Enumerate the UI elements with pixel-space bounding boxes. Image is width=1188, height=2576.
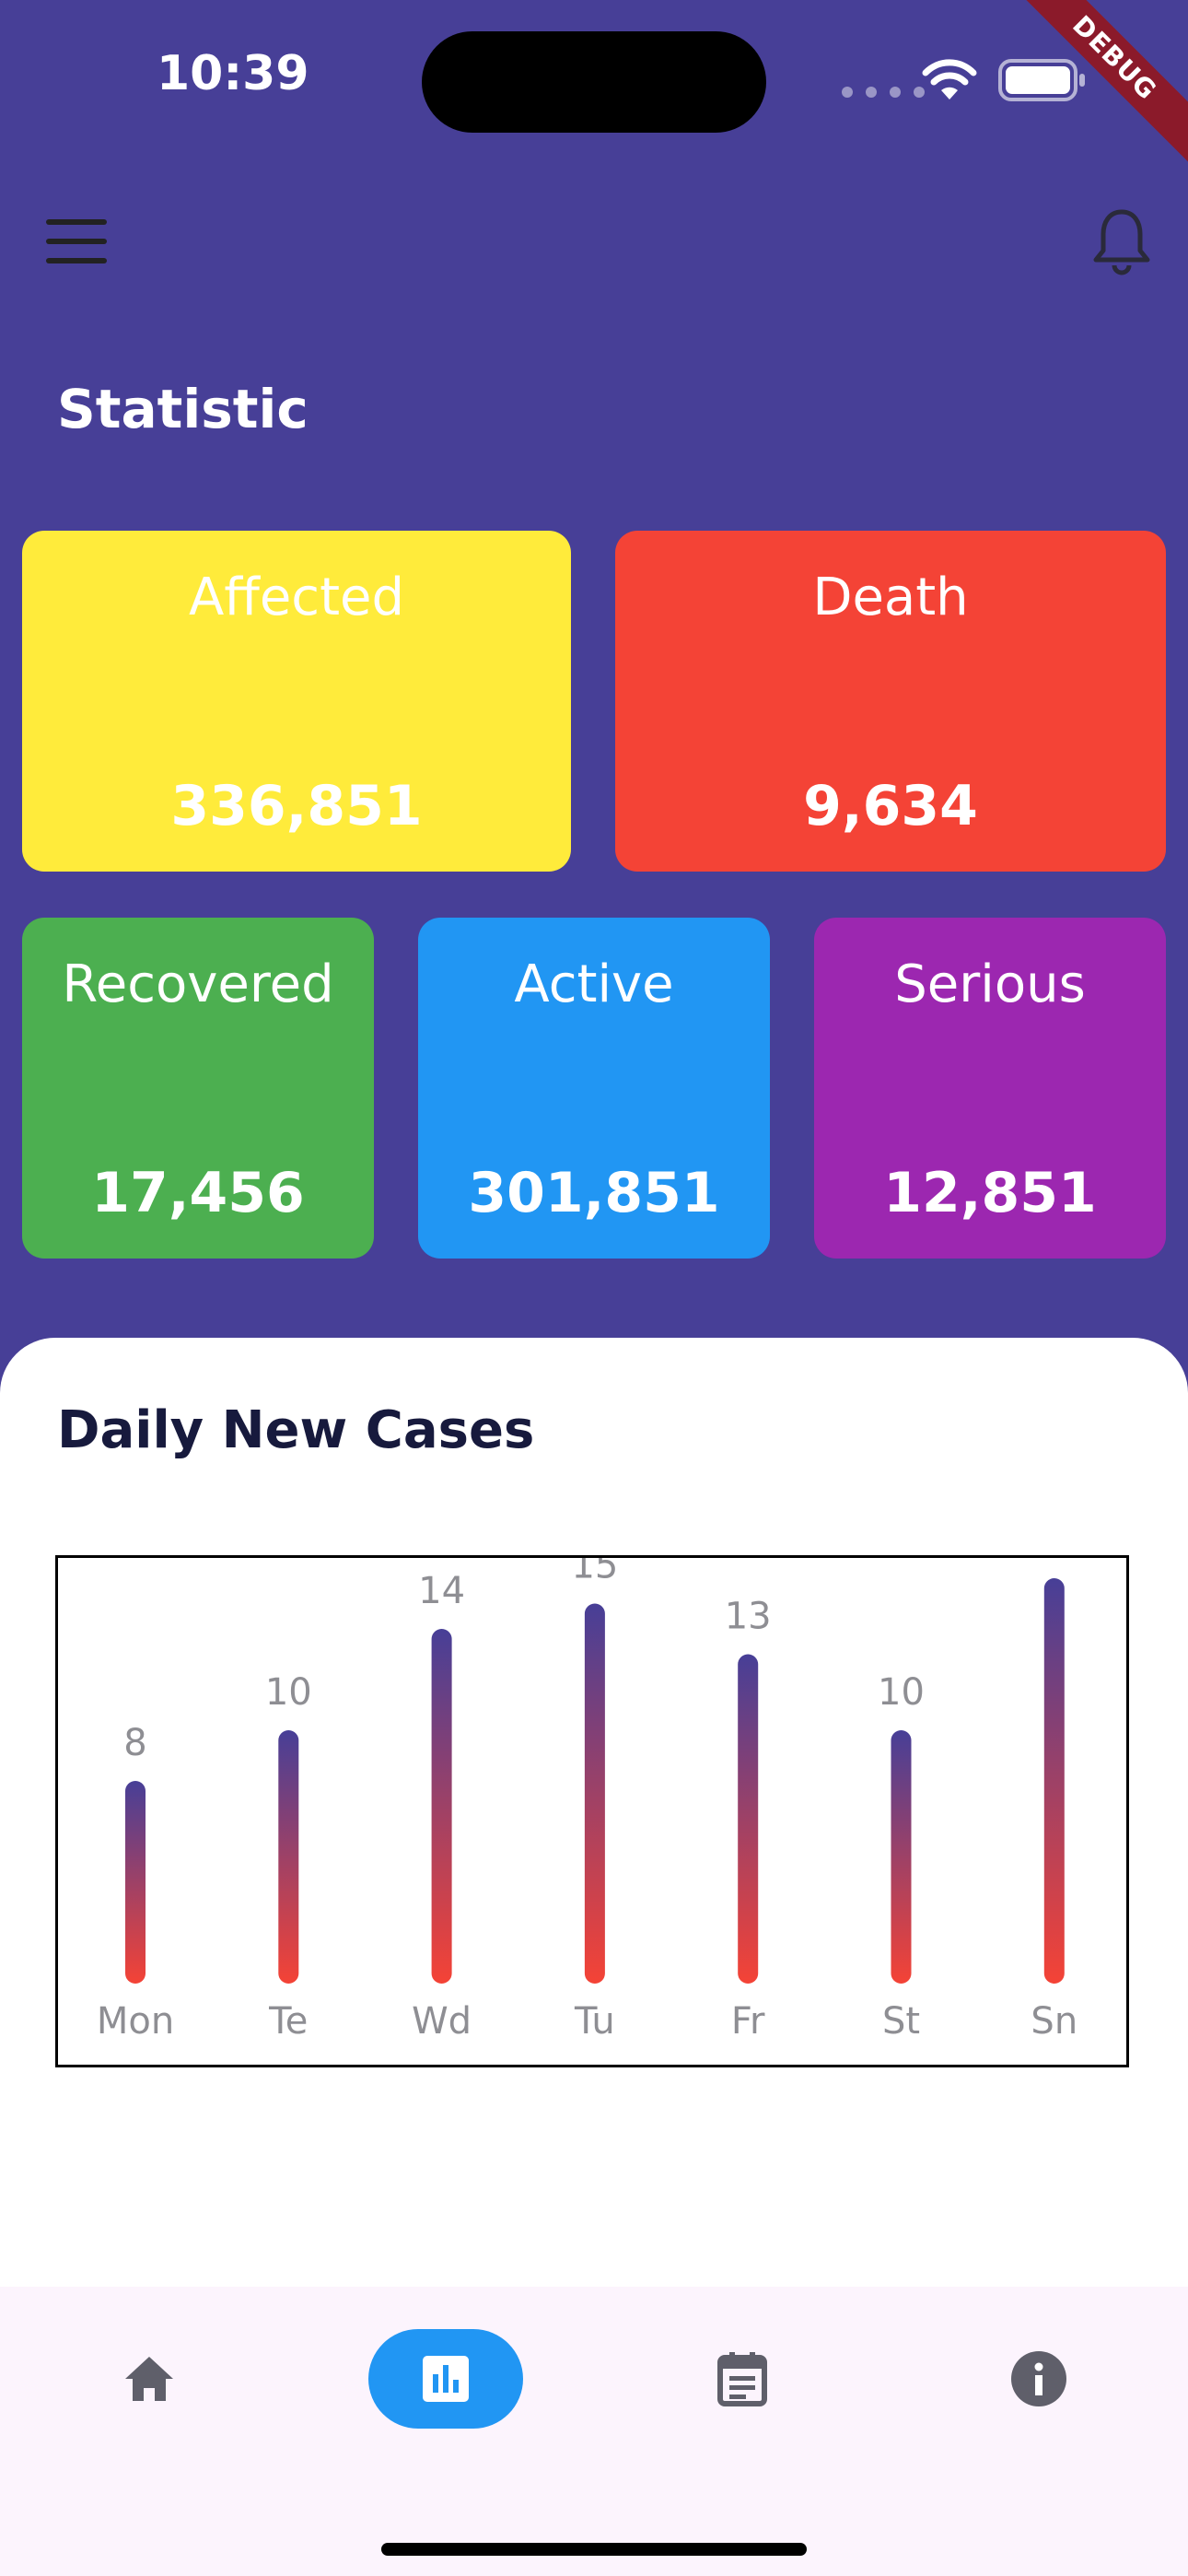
bar-chart-svg: 8 Mon 10 Te 14 Wd 15 Tu 13 Fr 10 St 16 Sn	[97, 1519, 1077, 2043]
chart-bar	[278, 1730, 299, 1984]
card-label: Death	[812, 568, 969, 627]
card-value: 301,851	[468, 1161, 720, 1225]
card-value: 9,634	[803, 774, 978, 838]
chart-x-tick-label: Fr	[731, 2000, 765, 2043]
card-value: 336,851	[170, 774, 423, 838]
page-title: Statistic	[57, 378, 309, 440]
bar-chart-icon	[423, 2356, 469, 2402]
menu-icon[interactable]	[46, 219, 107, 263]
status-time: 10:39	[157, 46, 309, 101]
daily-cases-chart: 8 Mon 10 Te 14 Wd 15 Tu 13 Fr 10 St 16 Sn	[55, 1519, 1129, 2067]
stat-card-recovered[interactable]: Recovered 17,456	[22, 918, 374, 1259]
signal-icon	[842, 87, 925, 98]
chart-bar	[891, 1730, 912, 1984]
nav-info[interactable]	[961, 2329, 1116, 2429]
stat-card-serious[interactable]: Serious 12,851	[814, 918, 1166, 1259]
home-icon	[125, 2357, 173, 2401]
chart-bar	[431, 1629, 452, 1984]
wifi-icon	[922, 59, 977, 100]
calendar-icon	[717, 2352, 767, 2406]
chart-x-tick-label: Mon	[97, 2000, 174, 2043]
chart-x-tick-label: Sn	[1031, 2000, 1077, 2043]
nav-statistics[interactable]	[368, 2329, 523, 2429]
card-label: Serious	[894, 954, 1086, 1014]
chart-value-label: 10	[878, 1671, 925, 1714]
card-label: Affected	[188, 568, 405, 627]
card-label: Recovered	[62, 954, 334, 1014]
stat-card-affected[interactable]: Affected 336,851	[22, 531, 571, 872]
chart-value-label: 15	[571, 1558, 618, 1587]
bell-icon[interactable]	[1092, 205, 1151, 278]
stat-card-active[interactable]: Active 301,851	[418, 918, 770, 1259]
daily-cases-title: Daily New Cases	[57, 1400, 535, 1460]
chart-x-tick-label: Te	[268, 2000, 308, 2043]
debug-banner: DEBUG	[985, 0, 1188, 203]
chart-x-tick-label: Wd	[412, 2000, 472, 2043]
chart-value-label: 13	[725, 1596, 772, 1638]
chart-bar	[738, 1654, 759, 1984]
info-icon	[1011, 2351, 1066, 2406]
home-indicator	[381, 2543, 807, 2556]
chart-value-label: 8	[123, 1722, 146, 1764]
chart-bar	[125, 1781, 146, 1984]
chart-x-tick-label: Tu	[574, 2000, 615, 2043]
chart-value-label: 10	[265, 1671, 312, 1714]
chart-bar	[584, 1603, 605, 1984]
card-label: Active	[514, 954, 674, 1014]
chart-value-label: 14	[418, 1570, 465, 1612]
chart-value-label: 16	[1031, 1558, 1077, 1562]
stat-card-death[interactable]: Death 9,634	[615, 531, 1166, 872]
nav-home[interactable]	[72, 2329, 227, 2429]
debug-banner-label: DEBUG	[995, 0, 1188, 178]
nav-calendar[interactable]	[665, 2329, 820, 2429]
chart-bar	[1043, 1578, 1065, 1984]
card-value: 12,851	[883, 1161, 1097, 1225]
dynamic-island	[422, 31, 766, 133]
chart-x-tick-label: St	[882, 2000, 920, 2043]
card-value: 17,456	[91, 1161, 305, 1225]
